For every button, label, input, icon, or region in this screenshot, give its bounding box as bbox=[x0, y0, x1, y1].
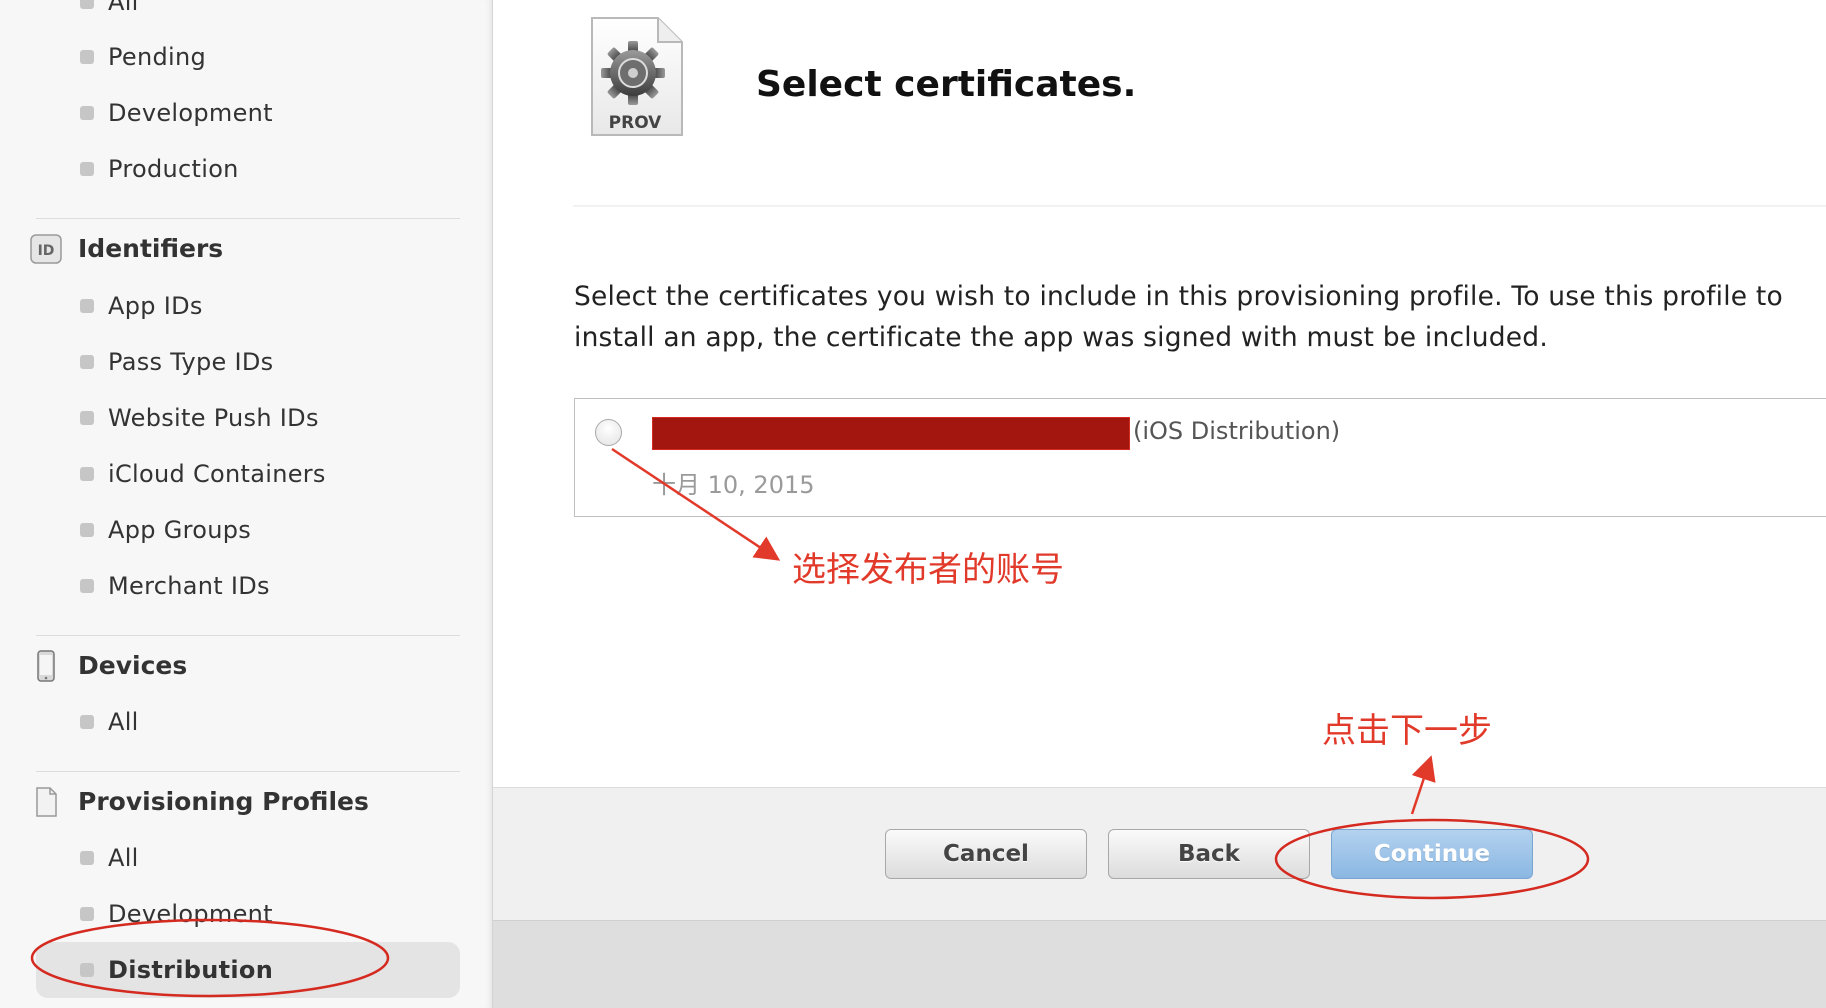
sidebar-divider bbox=[36, 218, 460, 219]
sidebar-divider bbox=[36, 771, 460, 772]
sidebar-item-label: iCloud Containers bbox=[108, 460, 326, 488]
sidebar-item-label: All bbox=[108, 844, 139, 872]
annotation-click-next: 点击下一步 bbox=[1322, 711, 1492, 751]
sidebar-item-label: Pending bbox=[108, 43, 207, 71]
sidebar-item-label: Production bbox=[108, 155, 239, 183]
sidebar-item-label: App Groups bbox=[108, 516, 252, 544]
iphone-icon bbox=[30, 650, 62, 682]
bullet-icon bbox=[80, 523, 94, 537]
continue-button[interactable]: Continue bbox=[1331, 829, 1533, 879]
certificate-list: (iOS Distribution) 十月 10, 2015 bbox=[574, 398, 1826, 517]
sidebar-item-label: Development bbox=[108, 900, 273, 928]
back-button[interactable]: Back bbox=[1108, 829, 1310, 879]
bullet-icon bbox=[80, 715, 94, 729]
sidebar-item-label: All bbox=[108, 708, 139, 736]
cancel-button[interactable]: Cancel bbox=[885, 829, 1087, 879]
sidebar-item-label: App IDs bbox=[108, 292, 203, 320]
certificate-radio[interactable] bbox=[595, 419, 622, 446]
bullet-icon bbox=[80, 299, 94, 313]
header-divider bbox=[573, 205, 1826, 207]
certificate-date: 十月 10, 2015 bbox=[652, 471, 815, 499]
bullet-icon bbox=[80, 963, 94, 977]
page-footer-background bbox=[493, 920, 1826, 1008]
bullet-icon bbox=[80, 106, 94, 120]
bullet-icon bbox=[80, 851, 94, 865]
instructions-text: Select the certificates you wish to incl… bbox=[574, 281, 1783, 353]
bullet-icon bbox=[80, 50, 94, 64]
svg-text:ID: ID bbox=[38, 243, 55, 259]
sidebar-item-label: Merchant IDs bbox=[108, 572, 270, 600]
bullet-icon bbox=[80, 0, 94, 9]
svg-text:PROV: PROV bbox=[609, 113, 663, 133]
section-title: Provisioning Profiles bbox=[78, 787, 369, 816]
bullet-icon bbox=[80, 467, 94, 481]
section-title: Devices bbox=[78, 651, 188, 680]
form-footer: Cancel Back Continue bbox=[493, 787, 1826, 921]
redacted-certificate-name bbox=[652, 417, 1130, 450]
bullet-icon bbox=[80, 907, 94, 921]
sidebar-item-label: Distribution bbox=[108, 956, 274, 984]
id-badge-icon: ID bbox=[30, 233, 62, 265]
sidebar-divider bbox=[36, 635, 460, 636]
bullet-icon bbox=[80, 579, 94, 593]
sidebar-item-label: Website Push IDs bbox=[108, 404, 319, 432]
sidebar-item-label: Pass Type IDs bbox=[108, 348, 274, 376]
certificate-type: (iOS Distribution) bbox=[1133, 417, 1341, 445]
bullet-icon bbox=[80, 411, 94, 425]
provisioning-profile-file-icon: PROV bbox=[588, 15, 688, 140]
page-title: Select certificates. bbox=[756, 64, 1137, 105]
sidebar-item-label: Development bbox=[108, 99, 273, 127]
bullet-icon bbox=[80, 355, 94, 369]
document-icon bbox=[30, 786, 62, 818]
section-title: Identifiers bbox=[78, 234, 224, 263]
bullet-icon bbox=[80, 162, 94, 176]
main-content: PROV Select certificates. Select the cer… bbox=[493, 0, 1826, 1008]
sidebar-item-label: All bbox=[108, 0, 139, 16]
annotation-select-account: 选择发布者的账号 bbox=[792, 550, 1064, 590]
sidebar: All Pending Development Production ID Id… bbox=[0, 0, 493, 1008]
